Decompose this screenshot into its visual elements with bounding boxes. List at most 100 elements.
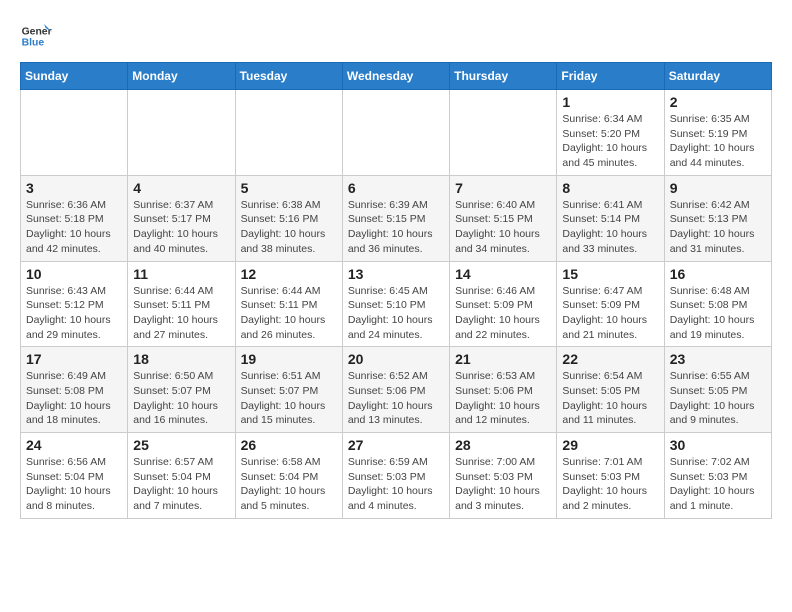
day-number: 30	[670, 437, 766, 453]
calendar-cell: 17 Sunrise: 6:49 AMSunset: 5:08 PMDayligh…	[21, 347, 128, 433]
calendar-cell: 2Sunrise: 6:35 AMSunset: 5:19 PMDaylight…	[664, 90, 771, 176]
day-number: 14	[455, 266, 551, 282]
calendar-cell: 4Sunrise: 6:37 AMSunset: 5:17 PMDaylight…	[128, 175, 235, 261]
day-number: 2	[670, 94, 766, 110]
day-info: Sunrise: 6:36 AMSunset: 5:18 PMDaylight:…	[26, 198, 122, 257]
logo-icon: General Blue	[20, 20, 52, 52]
day-number: 26	[241, 437, 337, 453]
day-info: Sunrise: 6:44 AMSunset: 5:11 PMDaylight:…	[133, 284, 229, 343]
calendar-cell: 15 Sunrise: 6:47 AMSunset: 5:09 PMDayligh…	[557, 261, 664, 347]
day-number: 20	[348, 351, 444, 367]
calendar-cell	[21, 90, 128, 176]
calendar-week: 3 Sunrise: 6:36 AMSunset: 5:18 PMDaylight…	[21, 175, 772, 261]
calendar-cell: 28 Sunrise: 7:00 AMSunset: 5:03 PMDayligh…	[450, 433, 557, 519]
weekday-header: Wednesday	[342, 63, 449, 90]
calendar-cell	[235, 90, 342, 176]
day-number: 17	[26, 351, 122, 367]
day-info: Sunrise: 6:52 AMSunset: 5:06 PMDaylight:…	[348, 369, 444, 428]
calendar-week: 24 Sunrise: 6:56 AMSunset: 5:04 PMDayligh…	[21, 433, 772, 519]
calendar-cell: 25 Sunrise: 6:57 AMSunset: 5:04 PMDayligh…	[128, 433, 235, 519]
day-number: 29	[562, 437, 658, 453]
calendar-cell	[128, 90, 235, 176]
logo: General Blue	[20, 20, 56, 52]
day-info: Sunrise: 6:34 AMSunset: 5:20 PMDaylight:…	[562, 112, 658, 171]
day-info: Sunrise: 6:45 AMSunset: 5:10 PMDaylight:…	[348, 284, 444, 343]
day-info: Sunrise: 6:42 AMSunset: 5:13 PMDaylight:…	[670, 198, 766, 257]
calendar-cell	[342, 90, 449, 176]
day-info: Sunrise: 6:54 AMSunset: 5:05 PMDaylight:…	[562, 369, 658, 428]
calendar-cell: 14 Sunrise: 6:46 AMSunset: 5:09 PMDayligh…	[450, 261, 557, 347]
day-number: 21	[455, 351, 551, 367]
day-info: Sunrise: 6:41 AMSunset: 5:14 PMDaylight:…	[562, 198, 658, 257]
day-info: Sunrise: 6:58 AMSunset: 5:04 PMDaylight:…	[241, 455, 337, 514]
calendar-cell: 13 Sunrise: 6:45 AMSunset: 5:10 PMDayligh…	[342, 261, 449, 347]
day-number: 9	[670, 180, 766, 196]
calendar-cell: 22 Sunrise: 6:54 AMSunset: 5:05 PMDayligh…	[557, 347, 664, 433]
svg-text:Blue: Blue	[22, 38, 45, 49]
day-number: 22	[562, 351, 658, 367]
day-number: 6	[348, 180, 444, 196]
day-info: Sunrise: 6:51 AMSunset: 5:07 PMDaylight:…	[241, 369, 337, 428]
day-number: 24	[26, 437, 122, 453]
weekday-header: Saturday	[664, 63, 771, 90]
day-number: 25	[133, 437, 229, 453]
day-info: Sunrise: 6:56 AMSunset: 5:04 PMDaylight:…	[26, 455, 122, 514]
calendar-cell: 3 Sunrise: 6:36 AMSunset: 5:18 PMDaylight…	[21, 175, 128, 261]
calendar-cell	[450, 90, 557, 176]
day-info: Sunrise: 7:01 AMSunset: 5:03 PMDaylight:…	[562, 455, 658, 514]
day-number: 28	[455, 437, 551, 453]
calendar-cell: 7 Sunrise: 6:40 AMSunset: 5:15 PMDaylight…	[450, 175, 557, 261]
calendar-cell: 19 Sunrise: 6:51 AMSunset: 5:07 PMDayligh…	[235, 347, 342, 433]
page-header: General Blue	[20, 20, 772, 52]
day-number: 27	[348, 437, 444, 453]
weekday-header: Thursday	[450, 63, 557, 90]
calendar-week: 10Sunrise: 6:43 AMSunset: 5:12 PMDayligh…	[21, 261, 772, 347]
day-info: Sunrise: 7:00 AMSunset: 5:03 PMDaylight:…	[455, 455, 551, 514]
day-info: Sunrise: 6:44 AMSunset: 5:11 PMDaylight:…	[241, 284, 337, 343]
day-info: Sunrise: 6:48 AMSunset: 5:08 PMDaylight:…	[670, 284, 766, 343]
calendar-cell: 10Sunrise: 6:43 AMSunset: 5:12 PMDayligh…	[21, 261, 128, 347]
day-info: Sunrise: 6:55 AMSunset: 5:05 PMDaylight:…	[670, 369, 766, 428]
day-info: Sunrise: 6:38 AMSunset: 5:16 PMDaylight:…	[241, 198, 337, 257]
calendar-cell: 21Sunrise: 6:53 AMSunset: 5:06 PMDayligh…	[450, 347, 557, 433]
calendar-cell: 8 Sunrise: 6:41 AMSunset: 5:14 PMDaylight…	[557, 175, 664, 261]
weekday-header: Monday	[128, 63, 235, 90]
weekday-header: Friday	[557, 63, 664, 90]
calendar-cell: 24 Sunrise: 6:56 AMSunset: 5:04 PMDayligh…	[21, 433, 128, 519]
calendar-cell: 29 Sunrise: 7:01 AMSunset: 5:03 PMDayligh…	[557, 433, 664, 519]
day-number: 5	[241, 180, 337, 196]
calendar-cell: 5 Sunrise: 6:38 AMSunset: 5:16 PMDaylight…	[235, 175, 342, 261]
day-number: 1	[562, 94, 658, 110]
day-number: 13	[348, 266, 444, 282]
day-number: 4	[133, 180, 229, 196]
day-number: 3	[26, 180, 122, 196]
day-number: 8	[562, 180, 658, 196]
day-info: Sunrise: 6:57 AMSunset: 5:04 PMDaylight:…	[133, 455, 229, 514]
calendar-cell: 30 Sunrise: 7:02 AMSunset: 5:03 PMDayligh…	[664, 433, 771, 519]
day-number: 12	[241, 266, 337, 282]
calendar-cell: 9 Sunrise: 6:42 AMSunset: 5:13 PMDaylight…	[664, 175, 771, 261]
calendar-cell: 12 Sunrise: 6:44 AMSunset: 5:11 PMDayligh…	[235, 261, 342, 347]
day-info: Sunrise: 6:40 AMSunset: 5:15 PMDaylight:…	[455, 198, 551, 257]
day-info: Sunrise: 6:50 AMSunset: 5:07 PMDaylight:…	[133, 369, 229, 428]
day-number: 7	[455, 180, 551, 196]
calendar-header: SundayMondayTuesdayWednesdayThursdayFrid…	[21, 63, 772, 90]
day-number: 19	[241, 351, 337, 367]
calendar-cell: 16Sunrise: 6:48 AMSunset: 5:08 PMDayligh…	[664, 261, 771, 347]
day-number: 23	[670, 351, 766, 367]
day-number: 10	[26, 266, 122, 282]
calendar-cell: 26 Sunrise: 6:58 AMSunset: 5:04 PMDayligh…	[235, 433, 342, 519]
day-info: Sunrise: 6:49 AMSunset: 5:08 PMDaylight:…	[26, 369, 122, 428]
calendar-cell: 23 Sunrise: 6:55 AMSunset: 5:05 PMDayligh…	[664, 347, 771, 433]
calendar-cell: 6Sunrise: 6:39 AMSunset: 5:15 PMDaylight…	[342, 175, 449, 261]
day-number: 11	[133, 266, 229, 282]
day-number: 15	[562, 266, 658, 282]
calendar-cell: 27 Sunrise: 6:59 AMSunset: 5:03 PMDayligh…	[342, 433, 449, 519]
calendar-cell: 11 Sunrise: 6:44 AMSunset: 5:11 PMDayligh…	[128, 261, 235, 347]
calendar-cell: 1 Sunrise: 6:34 AMSunset: 5:20 PMDaylight…	[557, 90, 664, 176]
day-info: Sunrise: 6:47 AMSunset: 5:09 PMDaylight:…	[562, 284, 658, 343]
day-info: Sunrise: 6:46 AMSunset: 5:09 PMDaylight:…	[455, 284, 551, 343]
day-info: Sunrise: 7:02 AMSunset: 5:03 PMDaylight:…	[670, 455, 766, 514]
calendar-week: 1 Sunrise: 6:34 AMSunset: 5:20 PMDaylight…	[21, 90, 772, 176]
day-info: Sunrise: 6:59 AMSunset: 5:03 PMDaylight:…	[348, 455, 444, 514]
